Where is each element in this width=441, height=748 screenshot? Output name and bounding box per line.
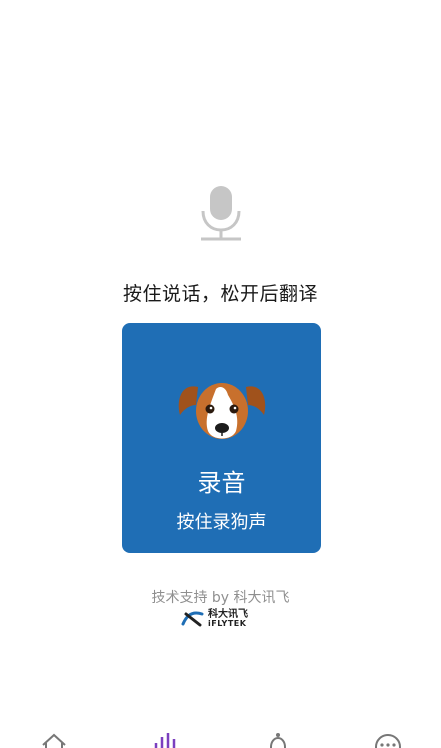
brand-name-en: iFLYTEK bbox=[208, 619, 247, 628]
bottom-tab-bar bbox=[0, 726, 441, 748]
record-button[interactable]: 录音 按住录狗声 bbox=[122, 323, 321, 553]
instruction-text: 按住说话，松开后翻译 bbox=[122, 283, 318, 305]
tab-more[interactable] bbox=[374, 731, 402, 748]
iflytek-mark-icon bbox=[181, 611, 204, 627]
record-title: 录音 bbox=[197, 469, 246, 497]
sound-wave-icon bbox=[154, 733, 176, 748]
tab-notifications[interactable] bbox=[264, 731, 292, 748]
dog-face-icon bbox=[178, 383, 266, 439]
tab-home[interactable] bbox=[40, 731, 68, 748]
tech-support-text: 技术支持 by 科大讯飞 bbox=[151, 590, 290, 606]
more-icon bbox=[375, 734, 401, 748]
bell-icon bbox=[270, 733, 286, 748]
voice-translate-screen: 按住说话，松开后翻译 录音 按住录狗声 技术支持 by 科大讯飞 科大讯飞 iF… bbox=[0, 0, 441, 748]
home-icon bbox=[42, 733, 66, 748]
tab-sound[interactable] bbox=[152, 731, 180, 748]
iflytek-logo: 科大讯飞 iFLYTEK bbox=[180, 608, 248, 630]
record-subtitle: 按住录狗声 bbox=[176, 512, 267, 533]
brand-wordmark: 科大讯飞 iFLYTEK bbox=[208, 610, 248, 628]
microphone-icon bbox=[201, 186, 241, 241]
